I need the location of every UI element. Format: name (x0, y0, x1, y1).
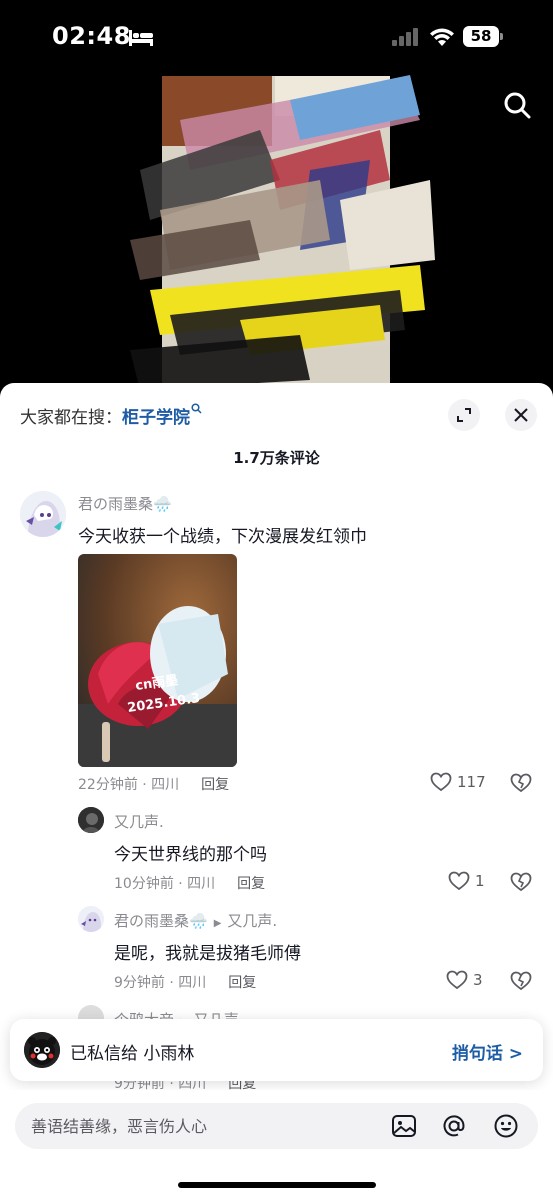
image-icon[interactable] (391, 1113, 417, 1139)
battery-indicator: 58 (463, 26, 503, 47)
broken-heart-icon[interactable] (510, 772, 532, 794)
comment-username[interactable]: 君の雨墨桑🌧️ (78, 493, 172, 514)
comment-meta: 22分钟前 · 四川 回复 (78, 774, 229, 794)
battery-level: 58 (463, 26, 499, 47)
reply-meta: 9分钟前 · 四川 回复 (114, 972, 256, 992)
close-button[interactable] (505, 399, 537, 431)
like-count: 3 (473, 971, 483, 989)
video-preview-image[interactable] (120, 60, 440, 390)
search-icon[interactable] (502, 90, 532, 120)
send-message-link[interactable]: 捎句话 > (452, 1039, 523, 1064)
cellular-signal-icon (392, 28, 418, 46)
reply-meta: 10分钟前 · 四川 回复 (114, 873, 265, 893)
avatar[interactable] (20, 491, 66, 537)
comment-input[interactable] (31, 1103, 371, 1149)
comment-photo-image: cn雨墨 2025.10.3 (78, 554, 237, 767)
expand-icon (457, 408, 471, 422)
avatar-illustration (20, 491, 66, 537)
avatar-illustration (78, 906, 104, 932)
like-button[interactable]: 117 (430, 772, 486, 792)
reply-time-location: 9分钟前 · 四川 (114, 975, 207, 991)
reply-text[interactable]: 今天世界线的那个吗 (114, 840, 267, 865)
comment-input-bar[interactable] (15, 1103, 538, 1149)
search-suggestion[interactable]: 大家都在搜：柜子学院 (20, 403, 202, 428)
reply-text[interactable]: 是呢，我就是拔猪毛师傅 (114, 939, 301, 964)
heart-icon (430, 772, 452, 792)
reply-username[interactable]: 君の雨墨桑🌧️ (114, 912, 208, 930)
recipient-avatar (24, 1032, 60, 1068)
reply-username[interactable]: 又几声. (114, 811, 164, 832)
mention-icon[interactable] (441, 1113, 467, 1139)
comment-count: 1.7万条评论 (233, 449, 320, 467)
search-small-icon (191, 403, 202, 414)
close-icon (514, 408, 528, 422)
kumamon-avatar-image (24, 1032, 60, 1068)
like-count: 1 (475, 872, 485, 890)
reply-to-username[interactable]: 又几声. (227, 912, 277, 930)
comment-time-location: 22分钟前 · 四川 (78, 777, 180, 793)
wifi-icon (430, 28, 454, 46)
search-suggestion-prefix: 大家都在搜： (20, 408, 122, 428)
emoji-icon[interactable] (493, 1113, 519, 1139)
sleep-focus-icon (129, 30, 153, 46)
toast-message: 已私信给 小雨林 (70, 1044, 195, 1064)
home-indicator (178, 1182, 376, 1188)
battery-tip (500, 33, 503, 40)
comment-photo[interactable]: cn雨墨 2025.10.3 (78, 554, 237, 767)
heart-icon (448, 871, 470, 891)
avatar-image (78, 807, 104, 833)
avatar[interactable] (78, 807, 104, 833)
like-button[interactable]: 3 (446, 970, 483, 990)
status-time: 02:48 (52, 22, 131, 50)
broken-heart-icon[interactable] (510, 970, 532, 992)
reply-username-line: 君の雨墨桑🌧️ ▶ 又几声. (114, 910, 277, 931)
reply-time-location: 10分钟前 · 四川 (114, 876, 216, 892)
broken-heart-icon[interactable] (510, 871, 532, 893)
comment-text[interactable]: 今天收获一个战绩，下次漫展发红领巾 (78, 522, 367, 547)
reply-button[interactable]: 回复 (201, 777, 229, 793)
message-sent-toast: 已私信给 小雨林 捎句话 > (10, 1019, 543, 1081)
avatar[interactable] (78, 906, 104, 932)
like-button[interactable]: 1 (448, 871, 485, 891)
reply-button[interactable]: 回复 (237, 876, 265, 892)
reply-to-arrow-icon: ▶ (213, 918, 222, 929)
expand-button[interactable] (448, 399, 480, 431)
like-count: 117 (457, 773, 486, 791)
search-suggestion-keyword[interactable]: 柜子学院 (122, 408, 190, 428)
reply-button[interactable]: 回复 (228, 975, 256, 991)
heart-icon (446, 970, 468, 990)
